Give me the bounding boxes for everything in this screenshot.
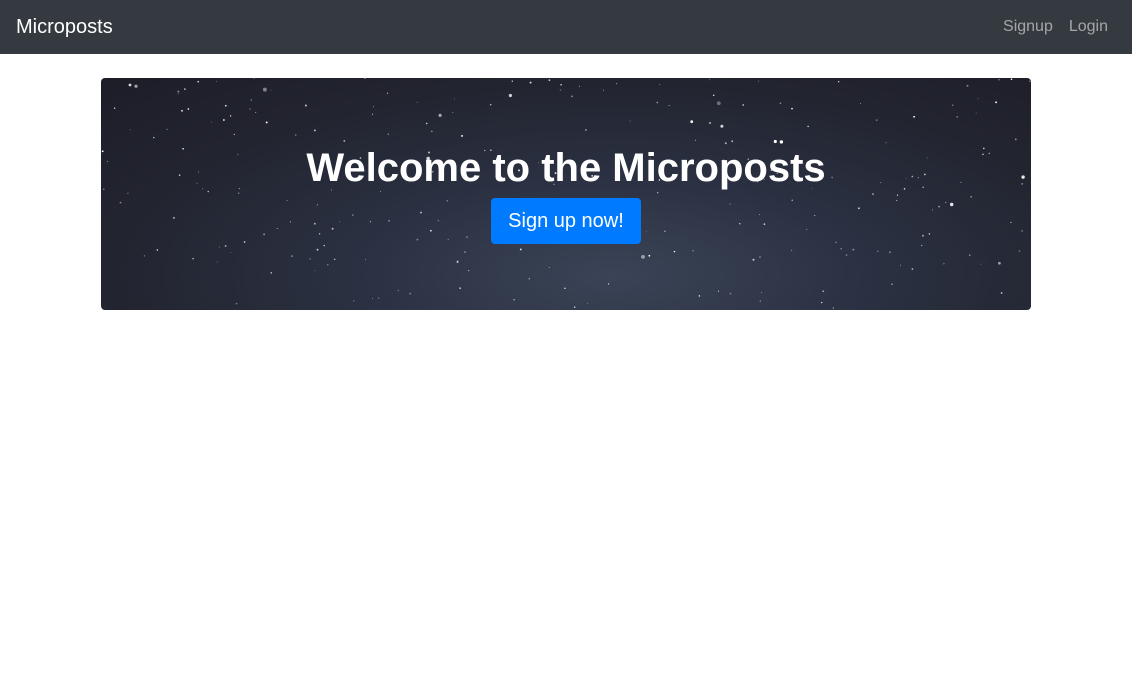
nav-links: Signup Login xyxy=(995,19,1116,35)
top-navbar: Microposts Signup Login xyxy=(0,0,1132,54)
hero-content: Welcome to the Microposts Sign up now! xyxy=(101,78,1031,310)
brand-link[interactable]: Microposts xyxy=(16,17,113,37)
sign-up-now-button[interactable]: Sign up now! xyxy=(491,198,641,244)
login-link[interactable]: Login xyxy=(1061,19,1116,35)
signup-link[interactable]: Signup xyxy=(995,19,1061,35)
hero-jumbotron: Welcome to the Microposts Sign up now! xyxy=(101,78,1031,310)
hero-title: Welcome to the Microposts xyxy=(306,146,826,190)
